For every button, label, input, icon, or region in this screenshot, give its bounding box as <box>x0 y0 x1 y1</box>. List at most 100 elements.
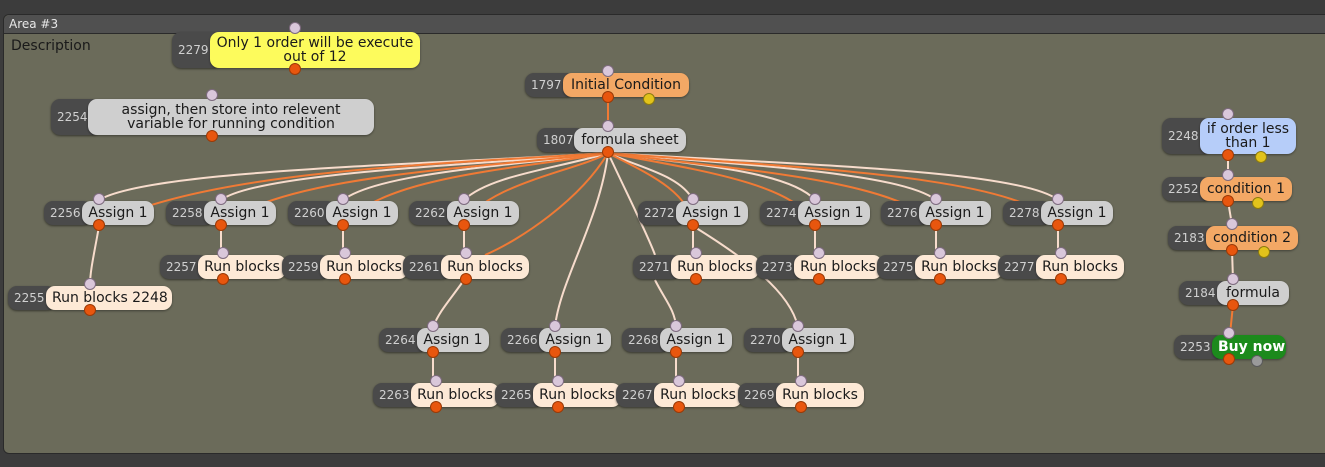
node-1797[interactable]: 1797 Initial Condition <box>525 65 689 105</box>
input-pin[interactable] <box>552 375 564 387</box>
input-pin[interactable] <box>687 193 699 205</box>
output-pin[interactable] <box>337 219 349 231</box>
input-pin[interactable] <box>602 65 614 77</box>
output-pin[interactable] <box>206 130 218 142</box>
input-pin[interactable] <box>427 320 439 332</box>
condition-pin[interactable] <box>1252 197 1264 209</box>
node-2258[interactable]: 2258 Assign 1 <box>166 193 276 231</box>
input-pin[interactable] <box>934 247 946 259</box>
input-pin[interactable] <box>93 193 105 205</box>
node-2261[interactable]: 2261 Run blocks <box>403 247 529 285</box>
condition-pin[interactable] <box>643 93 655 105</box>
node-2270[interactable]: 2270 Assign 1 <box>744 320 854 358</box>
input-pin[interactable] <box>1227 273 1239 285</box>
node-2277[interactable]: 2277 Run blocks <box>998 247 1124 285</box>
input-pin[interactable] <box>84 278 96 290</box>
output-pin[interactable] <box>673 401 685 413</box>
input-pin[interactable] <box>217 247 229 259</box>
node-2274[interactable]: 2274 Assign 1 <box>760 193 870 231</box>
node-2271[interactable]: 2271 Run blocks <box>633 247 759 285</box>
output-pin[interactable] <box>430 401 442 413</box>
input-pin[interactable] <box>673 375 685 387</box>
node-2265[interactable]: 2265 Run blocks <box>495 375 621 413</box>
output-pin[interactable] <box>602 146 614 158</box>
output-pin[interactable] <box>670 346 682 358</box>
output-pin[interactable] <box>549 346 561 358</box>
node-2273[interactable]: 2273 Run blocks <box>756 247 882 285</box>
output-pin[interactable] <box>1222 195 1234 207</box>
output-pin[interactable] <box>215 219 227 231</box>
output-pin[interactable] <box>460 273 472 285</box>
input-pin[interactable] <box>813 247 825 259</box>
input-pin[interactable] <box>690 247 702 259</box>
output-pin[interactable] <box>289 63 301 75</box>
output-pin[interactable] <box>1227 299 1239 311</box>
output-pin[interactable] <box>458 219 470 231</box>
node-2248[interactable]: 2248 if order less than 1 <box>1162 108 1296 163</box>
node-2260[interactable]: 2260 Assign 1 <box>288 193 398 231</box>
node-2272[interactable]: 2272 Assign 1 <box>638 193 748 231</box>
input-pin[interactable] <box>215 193 227 205</box>
input-pin[interactable] <box>460 247 472 259</box>
input-pin[interactable] <box>602 120 614 132</box>
node-2275[interactable]: 2275 Run blocks <box>877 247 1003 285</box>
node-2264[interactable]: 2264 Assign 1 <box>379 320 489 358</box>
output-pin[interactable] <box>934 273 946 285</box>
input-pin[interactable] <box>1222 108 1234 120</box>
input-pin[interactable] <box>1226 218 1238 230</box>
input-pin[interactable] <box>206 89 218 101</box>
condition-pin[interactable] <box>1258 246 1270 258</box>
output-pin[interactable] <box>1222 149 1234 161</box>
output-pin[interactable] <box>813 273 825 285</box>
node-2252[interactable]: 2252 condition 1 <box>1162 169 1292 209</box>
output-pin[interactable] <box>809 219 821 231</box>
output-pin[interactable] <box>1052 219 1064 231</box>
node-2259[interactable]: 2259 Run blocks <box>282 247 408 285</box>
output-pin[interactable] <box>552 401 564 413</box>
input-pin[interactable] <box>430 375 442 387</box>
output-pin[interactable] <box>427 346 439 358</box>
input-pin[interactable] <box>792 320 804 332</box>
output-pin[interactable] <box>602 91 614 103</box>
output-pin[interactable] <box>1226 244 1238 256</box>
node-2184[interactable]: 2184 formula <box>1179 273 1289 311</box>
node-2278[interactable]: 2278 Assign 1 <box>1003 193 1113 231</box>
node-2257[interactable]: 2257 Run blocks <box>160 247 286 285</box>
output-pin[interactable] <box>1223 353 1235 365</box>
node-2269[interactable]: 2269 Run blocks <box>738 375 864 413</box>
output-pin[interactable] <box>930 219 942 231</box>
input-pin[interactable] <box>339 247 351 259</box>
node-2267[interactable]: 2267 Run blocks <box>616 375 742 413</box>
input-pin[interactable] <box>337 193 349 205</box>
node-2279[interactable]: 2279 Only 1 order will be execute out of… <box>172 22 420 75</box>
input-pin[interactable] <box>1052 193 1064 205</box>
output-pin[interactable] <box>687 219 699 231</box>
input-pin[interactable] <box>1055 247 1067 259</box>
output-pin[interactable] <box>93 219 105 231</box>
input-pin[interactable] <box>1222 169 1234 181</box>
output-pin[interactable] <box>217 273 229 285</box>
input-pin[interactable] <box>795 375 807 387</box>
node-2266[interactable]: 2266 Assign 1 <box>501 320 611 358</box>
node-2256[interactable]: 2256 Assign 1 <box>44 193 154 231</box>
node-2253[interactable]: 2253 Buy now <box>1174 327 1286 367</box>
input-pin[interactable] <box>458 193 470 205</box>
output-pin[interactable] <box>792 346 804 358</box>
input-pin[interactable] <box>670 320 682 332</box>
input-pin[interactable] <box>1223 327 1235 339</box>
node-2263[interactable]: 2263 Run blocks <box>373 375 499 413</box>
condition-pin[interactable] <box>1255 151 1267 163</box>
output-pin[interactable] <box>339 273 351 285</box>
node-1807[interactable]: 1807 formula sheet <box>537 120 686 158</box>
condition-pin[interactable] <box>1251 355 1263 367</box>
output-pin[interactable] <box>795 401 807 413</box>
input-pin[interactable] <box>930 193 942 205</box>
output-pin[interactable] <box>84 304 96 316</box>
output-pin[interactable] <box>1055 273 1067 285</box>
node-2254[interactable]: 2254 assign, then store into relevent va… <box>51 89 374 142</box>
node-2268[interactable]: 2268 Assign 1 <box>622 320 732 358</box>
input-pin[interactable] <box>549 320 561 332</box>
node-2255[interactable]: 2255 Run blocks 2248 <box>8 278 172 316</box>
node-2276[interactable]: 2276 Assign 1 <box>881 193 991 231</box>
input-pin[interactable] <box>809 193 821 205</box>
